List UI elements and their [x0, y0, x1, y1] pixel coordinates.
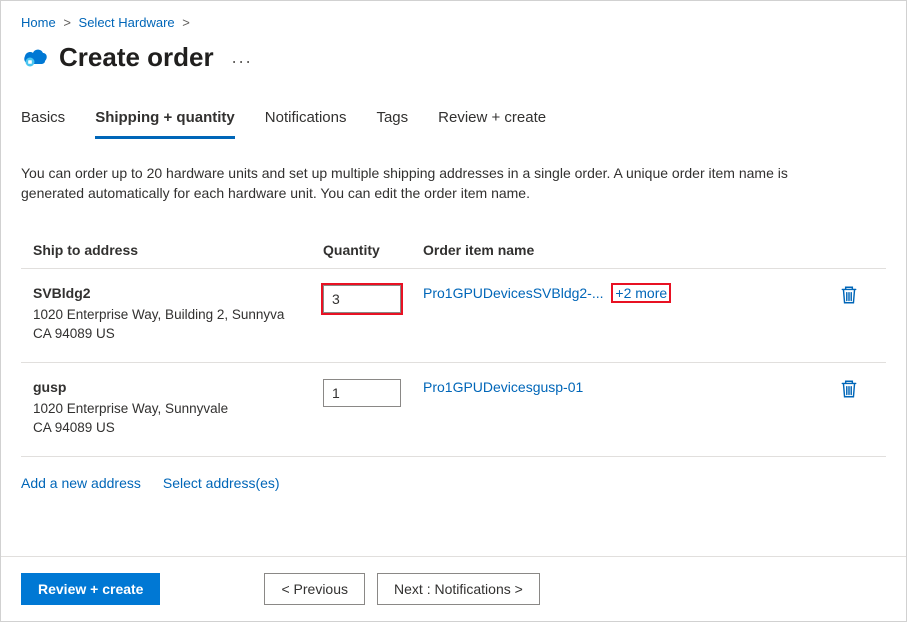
page-title: Create order [59, 42, 214, 73]
quantity-input[interactable]: 1 [323, 379, 401, 407]
col-item-name: Order item name [423, 242, 824, 258]
tab-notifications[interactable]: Notifications [265, 103, 347, 139]
breadcrumb-home[interactable]: Home [21, 15, 56, 30]
order-item-name-link[interactable]: Pro1GPUDevicesSVBldg2-... [423, 285, 604, 301]
more-actions-button[interactable]: ... [232, 47, 253, 68]
breadcrumb-sep: > [182, 15, 190, 30]
address-cell: SVBldg2 1020 Enterprise Way, Building 2,… [33, 285, 323, 344]
trash-icon [840, 379, 858, 399]
address-name: gusp [33, 379, 323, 395]
table-header: Ship to address Quantity Order item name [21, 232, 886, 268]
tab-basics[interactable]: Basics [21, 103, 65, 139]
previous-button[interactable]: < Previous [264, 573, 365, 605]
trash-icon [840, 285, 858, 305]
col-ship-to: Ship to address [33, 242, 323, 258]
tab-tags[interactable]: Tags [376, 103, 408, 139]
col-quantity: Quantity [323, 242, 423, 258]
select-addresses-link[interactable]: Select address(es) [163, 475, 280, 491]
intro-text: You can order up to 20 hardware units an… [21, 163, 851, 204]
azure-service-icon [21, 44, 49, 72]
breadcrumb-select-hardware[interactable]: Select Hardware [79, 15, 175, 30]
breadcrumb: Home > Select Hardware > [21, 11, 886, 42]
tab-review-create[interactable]: Review + create [438, 103, 546, 139]
address-cell: gusp 1020 Enterprise Way, Sunnyvale CA 9… [33, 379, 323, 438]
breadcrumb-sep: > [63, 15, 71, 30]
next-button[interactable]: Next : Notifications > [377, 573, 540, 605]
table-row: gusp 1020 Enterprise Way, Sunnyvale CA 9… [21, 363, 886, 457]
table-row: SVBldg2 1020 Enterprise Way, Building 2,… [21, 268, 886, 363]
tabs: Basics Shipping + quantity Notifications… [21, 103, 886, 139]
address-name: SVBldg2 [33, 285, 323, 301]
delete-row-button[interactable] [840, 285, 858, 308]
review-create-button[interactable]: Review + create [21, 573, 160, 605]
address-line: 1020 Enterprise Way, Building 2, Sunnyva [33, 305, 323, 325]
add-new-address-link[interactable]: Add a new address [21, 475, 141, 491]
address-line: 1020 Enterprise Way, Sunnyvale [33, 399, 323, 419]
quantity-input[interactable]: 3 [323, 285, 401, 313]
delete-row-button[interactable] [840, 379, 858, 402]
address-line: CA 94089 US [33, 324, 323, 344]
tab-shipping-quantity[interactable]: Shipping + quantity [95, 103, 235, 139]
address-line: CA 94089 US [33, 418, 323, 438]
order-item-more-link[interactable]: +2 more [613, 285, 669, 301]
order-item-name-link[interactable]: Pro1GPUDevicesgusp-01 [423, 379, 583, 395]
footer: Review + create < Previous Next : Notifi… [1, 556, 906, 621]
